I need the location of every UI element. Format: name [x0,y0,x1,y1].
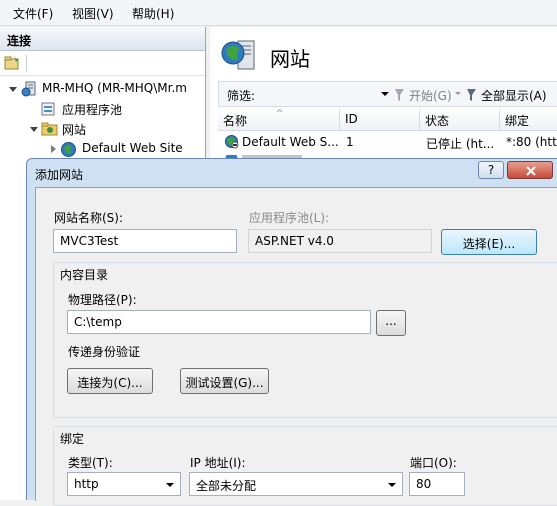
tree-default-site-label: Default Web Site [82,141,183,155]
binding-title: 绑定 [60,432,85,446]
menu-help[interactable]: 帮助(H) [132,5,174,22]
filter-input[interactable] [263,84,381,104]
column-header-name[interactable]: 名称 ^ [218,109,340,131]
tree-item-sites[interactable]: 网站 [0,119,205,139]
tree-server-label: MR-MHQ (MR-MHQ\Mr.m [42,81,187,95]
ip-address-value: 全部未分配 [196,479,257,493]
connections-title: 连接 [0,27,205,51]
row-site-name: Default Web S... [242,135,338,149]
dialog-body: 网站名称(S): MVC3Test 应用程序池(L): ASP.NET v4.0… [35,187,557,506]
port-label: 端口(O): [410,456,457,470]
server-icon [21,80,39,101]
sort-ascending-icon: ^ [276,109,284,119]
close-button[interactable] [507,161,553,179]
pass-through-label: 传递身份验证 [68,345,141,359]
column-name-label: 名称 [223,114,248,128]
expand-closed-icon[interactable] [51,145,56,153]
sites-header-icon [220,35,260,78]
sites-folder-icon [41,121,59,140]
row-site-binding: *:80 (http [506,135,557,149]
show-all-icon [467,89,476,101]
close-icon [526,166,536,176]
app-pool-label: 应用程序池(L): [249,211,330,225]
type-label: 类型(T): [68,456,113,470]
port-input[interactable]: 80 [409,472,465,496]
type-select-value: http [74,477,99,491]
toolbar-divider [26,55,27,72]
tree-item-default-site[interactable]: Default Web Site [0,139,205,159]
site-name-input[interactable]: MVC3Test [53,229,237,253]
filter-bar: 筛选: 开始(G) 全部显示(A) [218,81,557,107]
column-header-id[interactable]: ID [340,109,420,131]
expand-open-icon[interactable] [30,127,38,132]
dialog-title: 添加网站 [35,168,84,182]
globe-icon [224,134,239,152]
connect-as-button[interactable]: 连接为(C)... [67,368,153,394]
site-name-label: 网站名称(S): [54,211,124,225]
test-settings-button[interactable]: 测试设置(G)... [180,368,269,394]
menu-bar: 文件(F) 视图(V) 帮助(H) [0,0,557,26]
start-filter-label: 开始(G) [409,89,452,103]
tree-app-pools-label: 应用程序池 [62,103,123,117]
help-button[interactable]: ? [478,161,504,179]
physical-path-input[interactable]: C:\temp [67,310,371,334]
content-directory-group: 内容目录 物理路径(P): C:\temp ... 传递身份验证 连接为(C).… [53,262,557,418]
select-app-pool-button[interactable]: 选择(E)... [441,229,537,255]
start-dropdown-icon[interactable] [455,92,461,95]
new-connection-icon[interactable] [4,56,20,70]
app-pool-field: ASP.NET v4.0 [248,229,432,253]
row-site-id: 1 [346,135,354,149]
tree-sites-label: 网站 [62,123,87,137]
sites-page-title: 网站 [270,47,310,71]
show-all-label: 全部显示(A) [481,89,547,103]
ip-address-label: IP 地址(I): [190,456,246,470]
type-select[interactable]: http [67,472,181,496]
ip-address-select[interactable]: 全部未分配 [189,472,403,496]
expand-open-icon[interactable] [9,87,17,92]
browse-button[interactable]: ... [376,310,406,336]
table-row[interactable]: Default Web S... 1 已停止 (ht... *:80 (http [218,131,557,155]
menu-file[interactable]: 文件(F) [13,5,53,22]
physical-path-label: 物理路径(P): [68,293,137,307]
start-filter-icon [395,89,404,101]
binding-group: 绑定 类型(T): http IP 地址(I): 全部未分配 端口(O): 80 [53,426,557,506]
chevron-down-icon [166,483,174,487]
tree-item-app-pools[interactable]: 应用程序池 [0,99,205,119]
row-site-status: 已停止 (ht... [426,137,495,151]
content-directory-title: 内容目录 [60,268,109,282]
filter-dropdown-icon[interactable] [381,92,389,96]
column-header-status[interactable]: 状态 [420,109,500,131]
menu-view[interactable]: 视图(V) [72,5,114,22]
tree-item-server[interactable]: MR-MHQ (MR-MHQ\Mr.m [0,79,205,99]
add-website-dialog: 添加网站 ? 网站名称(S): MVC3Test 应用程序池(L): ASP.N… [26,158,557,506]
column-header-binding[interactable]: 绑定 [500,109,557,131]
chevron-down-icon [388,483,396,487]
app-pool-icon [40,101,56,120]
filter-label: 筛选: [227,89,256,103]
connections-toolbar [0,52,205,76]
